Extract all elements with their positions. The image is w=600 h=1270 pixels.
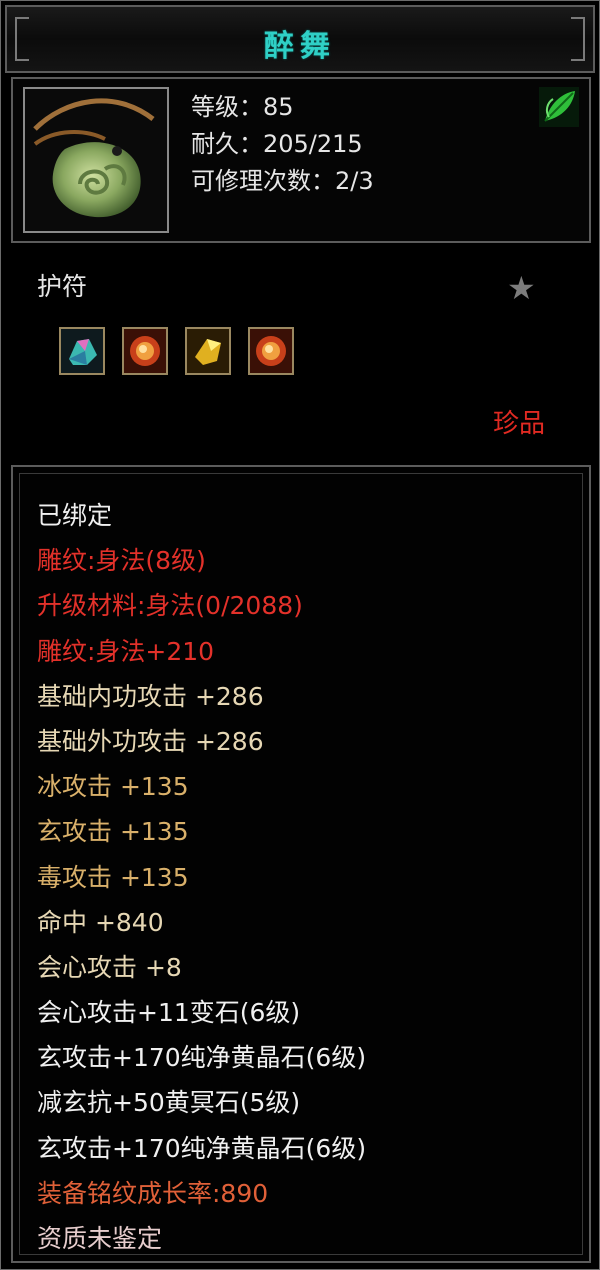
title-ornament-right: [571, 17, 585, 61]
attribute-line: 会心攻击 +8: [37, 952, 182, 982]
attribute-line: 雕纹:身法+210: [37, 636, 215, 666]
attribute-line: 雕纹:身法(8级): [37, 546, 206, 576]
attribute-list: 已绑定雕纹:身法(8级) 升级材料:身法(0/2088) 雕纹:身法+210 基础内功…: [37, 493, 366, 1261]
item-stats: 等级：85 耐久：205/215 可修理次数：2/3: [191, 89, 374, 200]
attribute-line: 冰攻击 +135: [37, 772, 189, 802]
attribute-line: 玄攻击+170纯净黄晶石(6级): [37, 1133, 367, 1163]
jade-pendant-icon: [33, 98, 155, 218]
attribute-line: 玄攻击+170纯净黄晶石(6级): [37, 1043, 367, 1073]
gold-gem-icon[interactable]: [185, 327, 231, 375]
attribute-line: 会心攻击+11变石(6级): [37, 998, 301, 1028]
green-leaf-icon[interactable]: [539, 87, 579, 127]
item-name: 醉舞: [264, 29, 336, 64]
attribute-line: 基础内功攻击 +286: [37, 681, 264, 711]
attribute-line: 升级材料:身法(0/2088): [37, 591, 303, 621]
attribute-line: 玄攻击 +135: [37, 817, 189, 847]
durability-line: 耐久：205/215: [191, 130, 363, 158]
attributes-panel: 已绑定雕纹:身法(8级) 升级材料:身法(0/2088) 雕纹:身法+210 基础内功…: [11, 465, 591, 1263]
item-tooltip: 醉舞 等级：85 耐久：205/215 可修理次数：2/3 护符 ★ 珍品 已绑…: [0, 0, 600, 1270]
repair-count-line: 可修理次数：2/3: [191, 167, 374, 195]
attribute-line: 减玄抗+50黄冥石(5级): [37, 1088, 301, 1118]
attribute-line: 命中 +840: [37, 907, 164, 937]
level-line: 等级：85: [191, 93, 294, 121]
attribute-line: 毒攻击 +135: [37, 862, 189, 892]
rarity-label: 珍品: [493, 409, 546, 439]
crystal-gem-icon[interactable]: [59, 327, 105, 375]
item-icon-slot[interactable]: [23, 87, 169, 233]
attribute-line: 装备铭纹成长率:890: [37, 1178, 269, 1208]
attribute-line: 资质未鉴定: [37, 1224, 163, 1253]
item-type: 护符: [37, 272, 88, 301]
fire-gem-icon[interactable]: [122, 327, 168, 375]
attribute-line: 基础外功攻击 +286: [37, 726, 264, 756]
item-info-section: 等级：85 耐久：205/215 可修理次数：2/3: [11, 77, 591, 243]
fire-gem-icon[interactable]: [248, 327, 294, 375]
star-icon[interactable]: ★: [507, 269, 536, 307]
attribute-line: 已绑定: [37, 501, 113, 530]
title-bar: 醉舞: [5, 5, 595, 73]
